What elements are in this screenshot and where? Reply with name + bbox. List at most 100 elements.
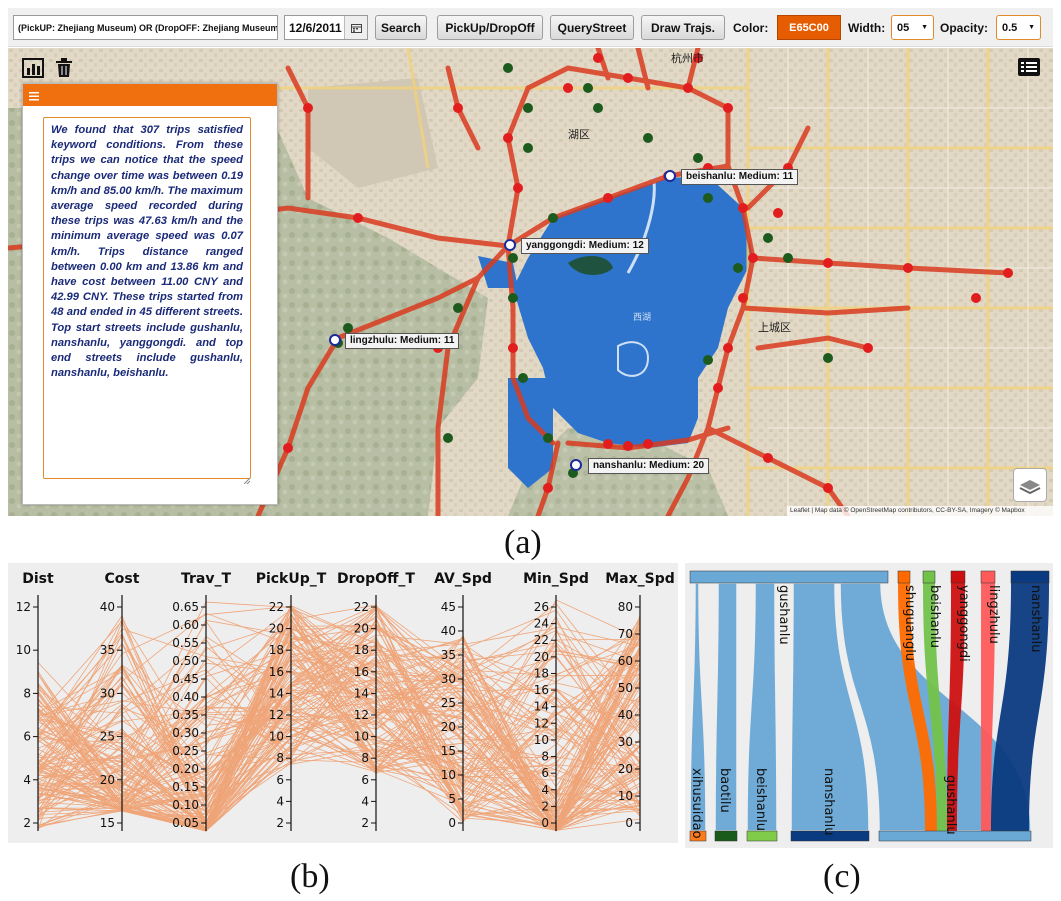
search-button[interactable]: Search xyxy=(375,15,427,40)
color-picker[interactable]: E65C00 xyxy=(777,15,841,40)
opacity-value: 0.5 xyxy=(1002,21,1018,34)
pc-tick-label: 2 xyxy=(276,816,284,830)
toolbar: (PickUP: Zhejiang Museum) OR (DropOFF: Z… xyxy=(8,8,1053,47)
sankey-source-label: yanggongdi xyxy=(956,585,971,662)
pc-tick-label: 0.05 xyxy=(172,816,199,830)
sankey-source-label: lingzhulu xyxy=(986,585,1001,644)
pc-tick-label: 0.60 xyxy=(172,618,199,632)
sankey-node xyxy=(980,570,996,584)
marker-label-lingzhulu[interactable]: lingzhulu: Medium: 11 xyxy=(345,333,460,349)
sankey-source-label: beishanlu xyxy=(927,585,942,648)
pc-tick-label: 60 xyxy=(618,654,633,668)
pc-tick-label: 22 xyxy=(269,600,284,614)
pc-tick-label: 50 xyxy=(618,681,633,695)
pc-tick-label: 15 xyxy=(441,744,456,758)
pc-tick-label: 20 xyxy=(354,622,369,636)
pc-tick-label: 14 xyxy=(354,686,369,700)
chevron-down-icon: ▼ xyxy=(1028,24,1035,31)
pc-tick-label: 2 xyxy=(541,799,549,813)
sankey-target-label: beishanlu xyxy=(753,768,768,831)
pc-tick-label: 0.45 xyxy=(172,672,199,686)
querystreet-button[interactable]: QueryStreet xyxy=(550,15,634,40)
pc-tick-label: 4 xyxy=(276,794,284,808)
summary-textarea[interactable]: We found that 307 trips satisfied keywor… xyxy=(43,117,251,479)
pc-tick-label: 0.40 xyxy=(172,690,199,704)
pc-tick-label: 6 xyxy=(276,773,284,787)
caption-c: (c) xyxy=(823,858,861,895)
pc-tick-label: 0 xyxy=(541,816,549,830)
pc-tick-label: 8 xyxy=(23,686,31,700)
district-label-xihu: 西湖 xyxy=(633,312,651,323)
pc-tick-label: 20 xyxy=(534,650,549,664)
pc-tick-label: 70 xyxy=(618,627,633,641)
date-value: 12/6/2011 xyxy=(289,20,342,35)
sankey-diagram[interactable]: gushanlu shuguanglu beishanlu yanggongdi lin… xyxy=(685,563,1053,848)
layers-icon[interactable] xyxy=(1013,468,1047,502)
pc-tick-label: 2 xyxy=(23,816,31,830)
pc-tick-label: 16 xyxy=(354,665,369,679)
pc-tick-label: 16 xyxy=(534,683,549,697)
trash-icon[interactable] xyxy=(55,58,73,78)
pc-tick-label: 16 xyxy=(269,665,284,679)
list-icon[interactable] xyxy=(1018,58,1040,76)
marker-label-yanggongdi[interactable]: yanggongdi: Medium: 12 xyxy=(521,238,649,254)
pc-tick-label: 12 xyxy=(354,708,369,722)
pc-tick-label: 0 xyxy=(448,816,456,830)
pc-tick-label: 0.65 xyxy=(172,600,199,614)
pickup-dropoff-button[interactable]: PickUp/DropOff xyxy=(437,15,543,40)
pc-tick-label: 10 xyxy=(618,789,633,803)
pc-tick-label: 12 xyxy=(16,600,31,614)
width-value: 05 xyxy=(897,21,910,34)
menu-icon[interactable] xyxy=(29,89,39,101)
pc-tick-label: 0.55 xyxy=(172,636,199,650)
pc-tick-label: 22 xyxy=(534,633,549,647)
width-select[interactable]: 05 ▼ xyxy=(891,15,934,40)
pc-axis-title: PickUp_T xyxy=(256,571,327,587)
pc-axis-title: Trav_T xyxy=(181,571,231,587)
district-label-huqu: 湖区 xyxy=(568,128,590,141)
opacity-label: Opacity: xyxy=(940,20,989,35)
pc-tick-label: 8 xyxy=(361,751,369,765)
pc-axis-title: DropOff_T xyxy=(337,571,415,587)
sankey-target-xihusuidao[interactable]: xihusuidao xyxy=(689,768,707,842)
pc-tick-label: 6 xyxy=(361,773,369,787)
pc-tick-label: 8 xyxy=(541,750,549,764)
pc-tick-label: 0.10 xyxy=(172,798,199,812)
pc-tick-label: 6 xyxy=(541,766,549,780)
pc-tick-label: 0.20 xyxy=(172,762,199,776)
sankey-node xyxy=(1010,570,1050,584)
pc-axis-title: Cost xyxy=(105,571,140,587)
parallel-coordinates-panel: Dist 12 10 8 6 4 2 Cost 40 35 30 25 20 15 Trav_T 0.65 0.… xyxy=(8,563,678,843)
pc-tick-label: 26 xyxy=(534,600,549,614)
sankey-source-label: gushanlu xyxy=(776,585,791,645)
pc-tick-label: 30 xyxy=(441,672,456,686)
pc-tick-label: 30 xyxy=(618,735,633,749)
opacity-select[interactable]: 0.5 ▼ xyxy=(996,15,1041,40)
pc-axis-title: Dist xyxy=(22,571,54,587)
pc-tick-label: 0 xyxy=(625,816,633,830)
pc-axis-title: Max_Spd xyxy=(605,571,675,587)
chart-icon[interactable] xyxy=(22,58,44,78)
parallel-coordinates-plot[interactable]: Dist12108642Cost403530252015Trav_T0.650.… xyxy=(8,563,678,843)
sankey-target-label: gushanlu xyxy=(943,775,958,835)
pc-axis-title: Min_Spd xyxy=(523,571,589,587)
pc-tick-label: 10 xyxy=(16,643,31,657)
pc-tick-label: 6 xyxy=(23,730,31,744)
calendar-icon[interactable] xyxy=(344,16,367,39)
district-label-hangzhou: 杭州市 xyxy=(671,51,704,65)
marker-label-nanshanlu[interactable]: nanshanlu: Medium: 20 xyxy=(588,458,710,474)
pc-tick-label: 40 xyxy=(618,708,633,722)
draw-trajs-button[interactable]: Draw Trajs. xyxy=(641,15,725,40)
resize-handle-icon[interactable] xyxy=(243,471,251,485)
pc-axis-title: AV_Spd xyxy=(434,571,492,587)
pc-tick-label: 0.15 xyxy=(172,780,199,794)
pc-tick-label: 18 xyxy=(534,666,549,680)
pc-tick-label: 35 xyxy=(441,648,456,662)
query-input[interactable]: (PickUP: Zhejiang Museum) OR (DropOFF: Z… xyxy=(13,15,278,40)
pc-tick-label: 25 xyxy=(441,696,456,710)
width-label: Width: xyxy=(848,20,886,35)
marker-label-beishanlu[interactable]: beishanlu: Medium: 11 xyxy=(681,169,799,185)
date-input[interactable]: 12/6/2011 xyxy=(284,15,368,40)
pc-tick-label: 10 xyxy=(534,733,549,747)
sankey-source-label: nanshanlu xyxy=(1028,585,1043,653)
